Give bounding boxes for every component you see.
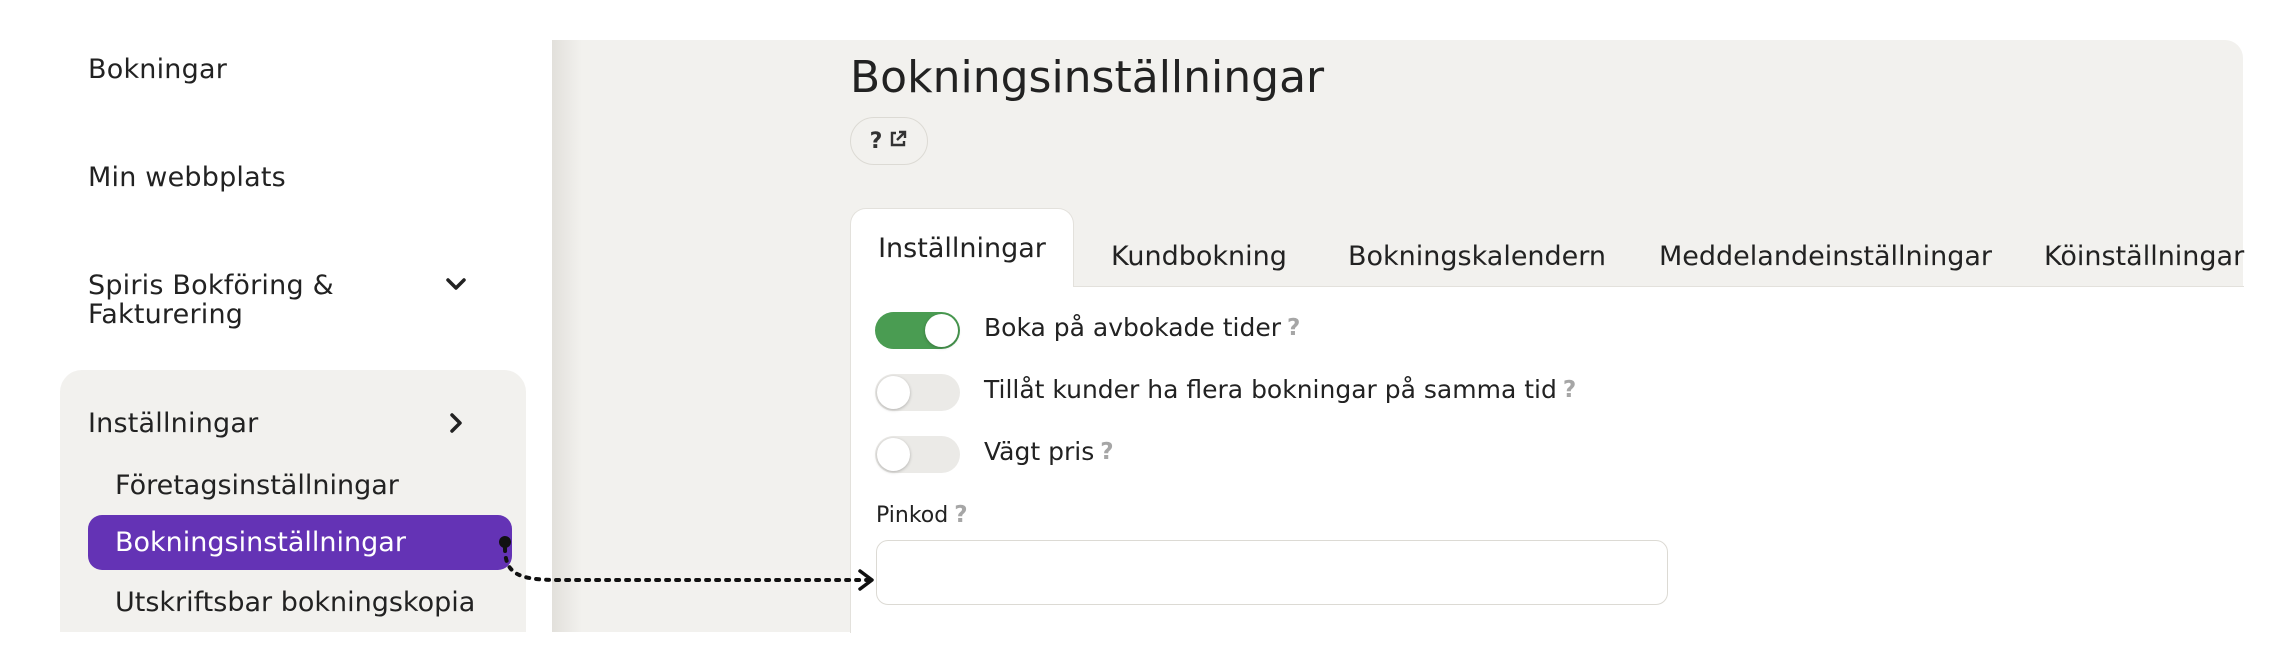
option-label: Tillåt kunder ha flera bokningar på samm… — [984, 375, 1557, 404]
toggle-flera-bokningar[interactable] — [875, 374, 960, 411]
tab-installningar[interactable]: Inställningar — [850, 208, 1074, 287]
help-question-icon[interactable]: ? — [954, 502, 967, 528]
sidebar-item-min-webbplats[interactable]: Min webbplats — [88, 162, 286, 193]
question-icon: ? — [869, 128, 883, 154]
pin-input[interactable] — [876, 540, 1668, 605]
app-root: Bokningar Min webbplats Spiris Bokföring… — [0, 0, 2277, 668]
option-vagt-pris: Vägt pris ? — [984, 437, 1114, 466]
help-button[interactable]: ? — [850, 117, 928, 165]
help-question-icon[interactable]: ? — [1100, 439, 1113, 465]
toggle-knob — [877, 376, 910, 409]
option-label: Boka på avbokade tider — [984, 313, 1281, 342]
toggle-boka-avbokade-tider[interactable] — [875, 312, 960, 349]
toggle-knob — [925, 314, 958, 347]
chevron-right-icon[interactable] — [442, 409, 470, 437]
sidebar-divider — [552, 40, 582, 632]
tab-kundbokning[interactable]: Kundbokning — [1111, 226, 1287, 286]
option-label: Vägt pris — [984, 437, 1095, 466]
sidebar-subitem-foretagsinstallningar[interactable]: Företagsinställningar — [115, 470, 399, 501]
option-boka-avbokade-tider: Boka på avbokade tider ? — [984, 313, 1300, 342]
toggle-knob — [877, 438, 910, 471]
help-question-icon[interactable]: ? — [1563, 377, 1576, 403]
external-link-icon — [888, 129, 908, 153]
page-title: Bokningsinställningar — [850, 52, 1325, 103]
pin-field-label: Pinkod ? — [876, 502, 968, 528]
tab-bokningskalendern[interactable]: Bokningskalendern — [1348, 226, 1606, 286]
sidebar-subitem-utskriftsbar-bokningskopia[interactable]: Utskriftsbar bokningskopia — [115, 587, 475, 618]
sidebar-subitem-bokningsinstallningar[interactable]: Bokningsinställningar — [88, 515, 512, 570]
sidebar-item-spiris[interactable]: Spiris Bokföring & Fakturering — [88, 271, 388, 329]
tab-meddelandeinstallningar[interactable]: Meddelandeinställningar — [1659, 226, 1992, 286]
sidebar-item-bokningar[interactable]: Bokningar — [88, 54, 227, 85]
help-question-icon[interactable]: ? — [1287, 315, 1300, 341]
sidebar: Bokningar Min webbplats Spiris Bokföring… — [0, 0, 552, 632]
pin-label-text: Pinkod — [876, 502, 949, 528]
option-flera-bokningar: Tillåt kunder ha flera bokningar på samm… — [984, 375, 1576, 404]
sidebar-item-installningar[interactable]: Inställningar — [88, 408, 258, 439]
tab-koinstallningar[interactable]: Köinställningar — [2044, 226, 2244, 286]
toggle-vagt-pris[interactable] — [875, 436, 960, 473]
chevron-down-icon[interactable] — [442, 270, 470, 298]
